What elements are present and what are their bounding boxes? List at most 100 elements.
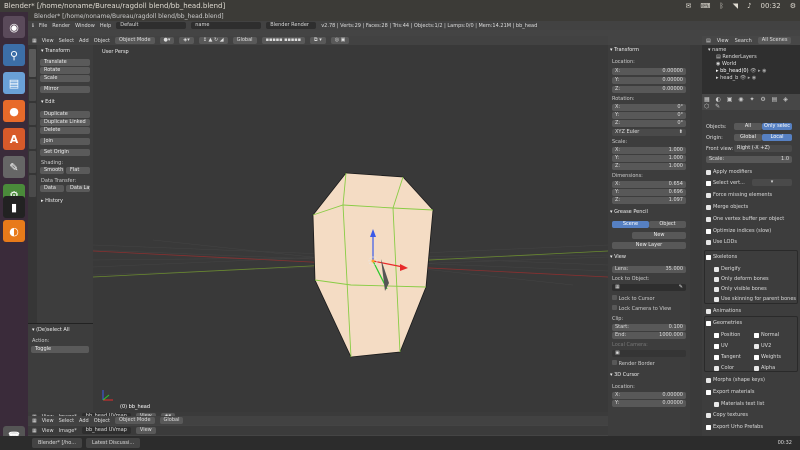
- export-materials-checkbox[interactable]: Export materials: [706, 389, 754, 395]
- derigify-checkbox[interactable]: Derigify: [714, 266, 741, 272]
- clip-start-field[interactable]: Start: 0.100: [612, 324, 686, 331]
- taskbar-browser[interactable]: Latest Discussi...: [86, 438, 141, 448]
- rotation-y-field[interactable]: Y: 0°: [612, 112, 686, 119]
- color-checkbox[interactable]: Color: [714, 365, 734, 371]
- bottom-menu-select[interactable]: Select: [59, 418, 74, 424]
- one-vertex-buffer-checkbox[interactable]: One vertex buffer per object: [706, 216, 784, 222]
- uv2-checkbox[interactable]: UV2: [754, 343, 771, 349]
- normal-checkbox[interactable]: Normal: [754, 332, 779, 338]
- firefox-icon[interactable]: ●: [3, 100, 25, 122]
- select-vert-dropdown[interactable]: ▾: [752, 179, 792, 186]
- objects-all-button[interactable]: All: [734, 123, 762, 130]
- tab-animation[interactable]: [29, 127, 36, 149]
- shading-select[interactable]: ●▾: [159, 37, 175, 44]
- smooth-button[interactable]: Smooth: [40, 167, 64, 174]
- outliner-item-renderlayers[interactable]: ▤ RenderLayers: [716, 54, 757, 60]
- mode-select[interactable]: Object Mode: [115, 37, 155, 44]
- tab-physics[interactable]: [29, 151, 36, 173]
- tab-relations[interactable]: [29, 103, 36, 125]
- objects-only-selected-button[interactable]: Only selec: [762, 123, 792, 130]
- geometries-checkbox[interactable]: Geometries: [706, 320, 742, 326]
- terminal-icon[interactable]: ▮: [3, 196, 25, 218]
- data-button[interactable]: Data: [40, 185, 64, 192]
- gp-new-layer-button[interactable]: New Layer: [612, 242, 686, 249]
- mirror-button[interactable]: Mirror: [40, 86, 90, 93]
- blender-icon[interactable]: ◐: [3, 220, 25, 242]
- skinning-parent-bones-checkbox[interactable]: Use skinning for parent bones: [714, 296, 796, 302]
- gp-new-button[interactable]: New: [632, 232, 686, 239]
- translate-button[interactable]: Translate: [40, 59, 90, 66]
- scene-select[interactable]: name: [191, 22, 262, 29]
- dimensions-z-field[interactable]: Z: 1.097: [612, 197, 686, 204]
- bottom-menu-view[interactable]: View: [42, 418, 54, 424]
- view-header[interactable]: ▾ View: [610, 254, 626, 260]
- manipulator-toggle[interactable]: ↕ ▲ ↻ ◢: [198, 37, 228, 44]
- data-layout-button[interactable]: Data Layo: [66, 185, 90, 192]
- 3d-cursor-header[interactable]: ▾ 3D Cursor: [610, 372, 639, 378]
- action-select[interactable]: Toggle: [31, 346, 89, 353]
- delete-button[interactable]: Delete: [40, 127, 90, 134]
- menu-object[interactable]: Object: [94, 38, 110, 44]
- flat-button[interactable]: Flat: [66, 167, 90, 174]
- keyboard-icon[interactable]: ⌨: [700, 0, 710, 12]
- pivot-select[interactable]: ◈▾: [179, 37, 194, 44]
- front-view-select[interactable]: Right (-X +Z): [734, 145, 792, 152]
- uv2-menu-view[interactable]: View: [42, 428, 54, 434]
- gear-icon[interactable]: ⚙: [790, 0, 796, 12]
- location-x-field[interactable]: X: 0.00000: [612, 68, 686, 75]
- force-missing-checkbox[interactable]: Force missing elements: [706, 192, 772, 198]
- uv2-menu-image[interactable]: Image*: [59, 428, 77, 434]
- editor-type-icon[interactable]: ℹ: [32, 23, 34, 29]
- optimize-indices-checkbox[interactable]: Optimize indices (slow): [706, 228, 771, 234]
- bottom-menu-add[interactable]: Add: [79, 418, 89, 424]
- outliner-item-head-b[interactable]: ▸ head_b 👁 ▸ ◉: [716, 75, 756, 81]
- location-y-field[interactable]: Y: 0.00000: [612, 77, 686, 84]
- outliner-display-select[interactable]: All Scenes: [757, 37, 792, 44]
- apply-modifiers-checkbox[interactable]: Apply modifiers: [706, 169, 752, 175]
- morphs-checkbox[interactable]: Morphs (shape keys): [706, 377, 765, 383]
- set-origin-button[interactable]: Set Origin: [40, 149, 90, 156]
- materials-text-list-checkbox[interactable]: Materials text list: [714, 401, 764, 407]
- merge-objects-checkbox[interactable]: Merge objects: [706, 204, 748, 210]
- edit-panel-header[interactable]: ▾ Edit: [37, 98, 93, 106]
- render-engine-select[interactable]: Blender Render: [266, 22, 317, 29]
- origin-global-button[interactable]: Global: [734, 134, 762, 141]
- transform-panel-header[interactable]: ▾ Transform: [37, 47, 93, 55]
- software-center-icon[interactable]: A: [3, 128, 25, 150]
- dash-icon[interactable]: ◉: [3, 16, 25, 38]
- position-checkbox[interactable]: Position: [714, 332, 740, 338]
- location-z-field[interactable]: Z: 0.00000: [612, 86, 686, 93]
- gp-object-button[interactable]: Object: [649, 221, 686, 228]
- bluetooth-icon[interactable]: ᛒ: [719, 0, 723, 12]
- rotate-button[interactable]: Rotate: [40, 67, 90, 74]
- lock-to-cursor-checkbox[interactable]: Lock to Cursor: [612, 295, 655, 302]
- layout-select[interactable]: Default: [116, 22, 187, 29]
- viewport-scene[interactable]: [93, 45, 608, 412]
- layers-grid[interactable]: ▪▪▪▪▪ ▪▪▪▪▪: [261, 37, 306, 44]
- volume-icon[interactable]: ♪: [747, 0, 751, 12]
- cursor-x-field[interactable]: X: 0.00000: [612, 392, 686, 399]
- history-panel-header[interactable]: ▸ History: [37, 197, 93, 205]
- join-button[interactable]: Join: [40, 138, 90, 145]
- dimensions-y-field[interactable]: Y: 0.696: [612, 189, 686, 196]
- rotation-z-field[interactable]: Z: 0°: [612, 120, 686, 127]
- redo-panel-title[interactable]: ▾ (De)select All: [28, 326, 93, 334]
- uv2-editor-icon[interactable]: ▦: [32, 428, 37, 434]
- scale-x-field[interactable]: X: 1.000: [612, 147, 686, 154]
- menu-select[interactable]: Select: [59, 38, 74, 44]
- outliner-editor-icon[interactable]: ▤: [706, 38, 711, 44]
- wifi-icon[interactable]: ◥: [733, 0, 738, 12]
- bottom-editor-icon[interactable]: ▦: [32, 418, 37, 424]
- view3d-editor-icon[interactable]: ▦: [32, 38, 37, 44]
- gp-scene-button[interactable]: Scene: [612, 221, 649, 228]
- bottom-mode-select[interactable]: Object Mode: [115, 417, 155, 424]
- rotation-mode-select[interactable]: XYZ Euler ⬍: [612, 129, 686, 136]
- bottom-orientation-select[interactable]: Global: [159, 417, 184, 424]
- menu-view[interactable]: View: [42, 38, 54, 44]
- scale-field[interactable]: Scale: 1.0: [706, 156, 792, 163]
- render-preview-button[interactable]: ◎ ▣: [330, 37, 350, 44]
- uv2-view-select[interactable]: View: [135, 427, 156, 434]
- alpha-checkbox[interactable]: Alpha: [754, 365, 775, 371]
- lens-field[interactable]: Lens: 35.000: [612, 266, 686, 273]
- tab-tools[interactable]: [29, 49, 36, 77]
